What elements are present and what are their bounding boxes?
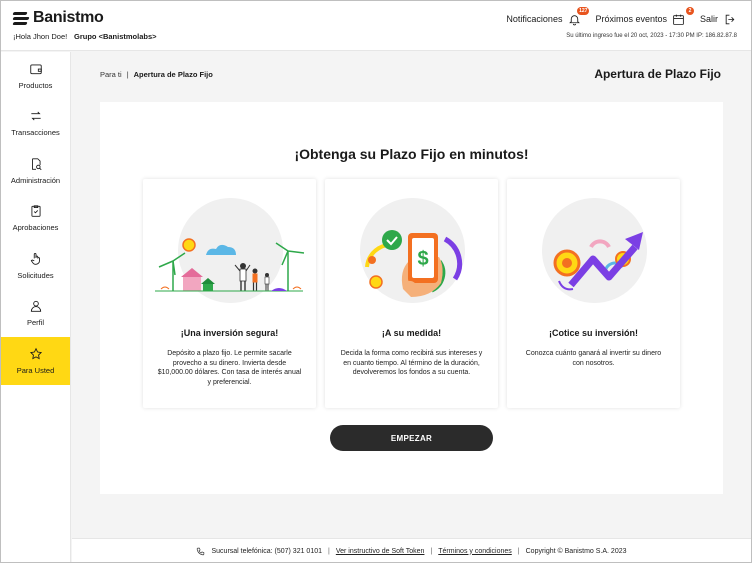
sidebar-item-label: Aprobaciones xyxy=(12,223,59,233)
start-button[interactable]: EMPEZAR xyxy=(330,425,493,451)
breadcrumb-parent-link[interactable]: Para ti xyxy=(100,70,122,79)
breadcrumb-separator: | xyxy=(126,70,129,79)
footer: Sucursal telefónica: (507) 321 0101 | Ve… xyxy=(72,538,751,562)
clipboard-check-icon xyxy=(30,205,41,217)
events-badge: 2 xyxy=(685,7,694,15)
notifications-link[interactable]: Notificaciones 127 xyxy=(506,7,590,26)
document-search-icon xyxy=(31,158,42,170)
card-description: Conozca cuánto ganará al invertir su din… xyxy=(525,350,662,367)
sidebar-item-label: Administración xyxy=(10,175,61,185)
card-title: ¡Una inversión segura! xyxy=(180,328,279,338)
sidebar-item-label: Para Usted xyxy=(16,365,55,375)
footer-phone: Sucursal telefónica: (507) 321 0101 xyxy=(211,547,323,555)
top-header: Banistmo ¡Hola Jhon Doe! Grupo <Banistmo… xyxy=(1,1,751,51)
growth-arrow-illustration xyxy=(553,232,643,291)
card-title: ¡Cotice su inversión! xyxy=(548,328,638,338)
sidebar-item-perfil[interactable]: Perfil xyxy=(1,290,70,338)
sidebar-item-label: Perfil xyxy=(26,318,45,328)
soft-token-guide-link[interactable]: Ver instructivo de Soft Token xyxy=(336,548,425,555)
info-card-quote: ¡Cotice su inversión! Conozca cuánto gan… xyxy=(507,179,680,408)
sidebar-item-label: Transacciones xyxy=(11,128,60,138)
footer-separator: | xyxy=(517,547,520,555)
phone-dollar-illustration: $ xyxy=(365,230,463,297)
logout-icon xyxy=(723,12,737,26)
star-icon xyxy=(29,347,42,360)
sidebar-item-transacciones[interactable]: Transacciones xyxy=(1,100,70,148)
footer-separator: | xyxy=(328,547,330,555)
logout-label: Salir xyxy=(699,14,718,24)
card-title: ¡A su medida! xyxy=(381,328,442,338)
card-description: Decida la forma como recibirá sus intere… xyxy=(340,350,483,376)
brand-logo[interactable]: Banistmo xyxy=(12,9,104,27)
user-greeting: ¡Hola Jhon Doe! xyxy=(13,32,68,41)
svg-text:$: $ xyxy=(417,248,428,270)
last-login-info: Su último ingreso fue el 20 oct, 2023 - … xyxy=(566,33,737,39)
page-title: Apertura de Plazo Fijo xyxy=(594,67,721,81)
wallet-icon xyxy=(29,64,42,74)
wind-turbines-family-illustration xyxy=(155,238,305,292)
terms-conditions-link[interactable]: Términos y condiciones xyxy=(438,548,512,555)
breadcrumb-current: Apertura de Plazo Fijo xyxy=(133,70,213,79)
user-group: Grupo <Banistmolabs> xyxy=(74,32,157,41)
main-panel: ¡Obtenga su Plazo Fijo en minutos! ¡Una … xyxy=(100,102,723,494)
card-description: Depósito a plazo fijo. Le permite sacarl… xyxy=(157,350,302,386)
user-icon xyxy=(30,301,41,312)
banistmo-logo-icon xyxy=(12,11,30,25)
sidebar: Productos Transacciones Administración A… xyxy=(1,52,71,562)
sidebar-item-productos[interactable]: Productos xyxy=(1,52,70,100)
breadcrumb: Para ti | Apertura de Plazo Fijo xyxy=(100,70,213,79)
header-nav: Notificaciones 127 Próximos eventos 2 Sa… xyxy=(506,7,737,26)
sidebar-item-para-usted[interactable]: Para Usted xyxy=(1,337,70,385)
bell-icon: 127 xyxy=(567,7,590,26)
footer-separator: | xyxy=(430,547,433,555)
sidebar-item-solicitudes[interactable]: Solicitudes xyxy=(1,242,70,290)
sidebar-item-label: Solicitudes xyxy=(17,270,54,280)
phone-icon xyxy=(197,547,205,555)
notifications-label: Notificaciones xyxy=(506,14,563,24)
info-card-custom: $ ¡A su medida! Decida la forma como rec… xyxy=(325,179,498,408)
hand-pointer-icon xyxy=(30,252,40,265)
panel-heading: ¡Obtenga su Plazo Fijo en minutos! xyxy=(294,146,529,162)
notifications-badge: 127 xyxy=(577,7,590,15)
events-label: Próximos eventos xyxy=(595,14,667,24)
sidebar-item-administracion[interactable]: Administración xyxy=(1,147,70,195)
footer-copyright: Copyright © Banistmo S.A. 2023 xyxy=(525,547,627,555)
app-frame: Banistmo ¡Hola Jhon Doe! Grupo <Banistmo… xyxy=(0,0,752,563)
sidebar-item-aprobaciones[interactable]: Aprobaciones xyxy=(1,195,70,243)
brand-name: Banistmo xyxy=(33,9,104,26)
upcoming-events-link[interactable]: Próximos eventos 2 xyxy=(595,7,694,26)
sidebar-item-label: Productos xyxy=(18,80,53,90)
transfer-arrows-icon xyxy=(30,111,41,121)
calendar-icon: 2 xyxy=(672,7,694,26)
info-card-secure-investment: ¡Una inversión segura! Depósito a plazo … xyxy=(143,179,316,408)
logout-link[interactable]: Salir xyxy=(700,12,737,26)
